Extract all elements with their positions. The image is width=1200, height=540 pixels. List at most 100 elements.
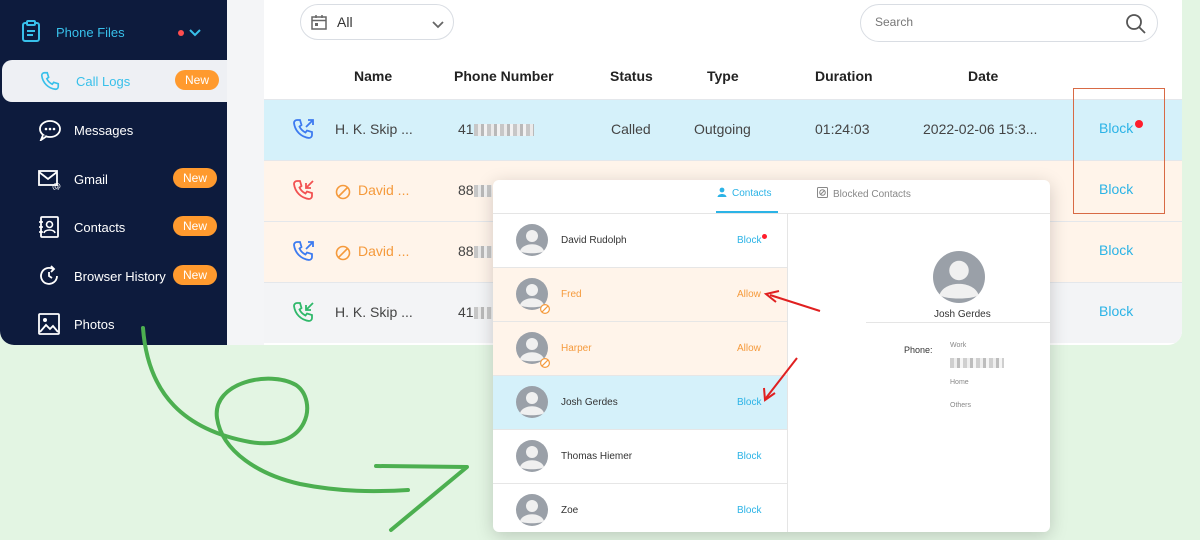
- column-header-phone[interactable]: Phone Number: [454, 68, 554, 84]
- blocked-icon: [335, 184, 351, 205]
- block-button[interactable]: Block: [737, 397, 761, 408]
- sidebar-item-label: Browser History: [74, 269, 166, 284]
- block-button[interactable]: Block: [737, 451, 761, 462]
- contact-name: David ...: [358, 182, 410, 198]
- contact-name: Thomas Hiemer: [561, 451, 633, 462]
- sidebar-item-label: Contacts: [74, 220, 126, 235]
- new-badge: New: [175, 70, 219, 90]
- phone-files-dropdown[interactable]: Phone Files: [0, 14, 227, 50]
- outgoing-call-icon: [292, 239, 316, 268]
- avatar: [933, 251, 985, 308]
- mail-icon: @: [38, 168, 62, 192]
- sidebar-item-label: Photos: [74, 317, 115, 332]
- blocked-icon: [335, 245, 351, 266]
- phone-label: Phone:: [904, 345, 933, 355]
- contact-name: Zoe: [561, 505, 579, 516]
- sidebar-item-call-logs[interactable]: Call Logs New: [2, 60, 227, 102]
- call-duration: 01:24:03: [815, 121, 870, 137]
- contact-name: Josh Gerdes: [561, 397, 618, 408]
- avatar: [516, 440, 548, 477]
- history-icon: [38, 265, 62, 287]
- blocked-icon: [539, 355, 551, 373]
- tab-blocked-contacts[interactable]: Blocked Contacts: [817, 187, 911, 200]
- contacts-icon: [38, 216, 62, 238]
- sidebar-item-photos[interactable]: Photos: [0, 303, 227, 345]
- notification-dot: [1135, 120, 1143, 128]
- sidebar-item-label: Gmail: [74, 172, 108, 187]
- sidebar-item-messages[interactable]: Messages: [0, 109, 227, 151]
- contact-name: Harper: [561, 343, 592, 354]
- search-icon[interactable]: [1125, 13, 1147, 40]
- column-header-duration[interactable]: Duration: [815, 68, 873, 84]
- outgoing-call-icon: [292, 117, 316, 146]
- table-row[interactable]: H. K. Skip ... 41 Called Outgoing 01:24:…: [264, 99, 1182, 160]
- phone-prefix: 88: [458, 182, 474, 198]
- svg-text:@: @: [52, 182, 61, 190]
- phone-field-home: Home: [950, 379, 969, 386]
- person-icon: [717, 187, 727, 197]
- notification-dot: [762, 234, 767, 239]
- blurred-number: [473, 246, 492, 259]
- allow-button[interactable]: Allow: [737, 343, 761, 354]
- block-button[interactable]: Block: [1099, 303, 1133, 319]
- phone-field-work: Work: [950, 342, 967, 349]
- blocked-icon: [539, 301, 551, 319]
- phone-prefix: 88: [458, 243, 474, 259]
- phone-number: 41: [458, 121, 534, 137]
- sidebar-item-gmail[interactable]: @ Gmail New: [0, 158, 227, 200]
- contact-list-item[interactable]: Josh Gerdes Block: [493, 376, 787, 430]
- blurred-number: [473, 307, 492, 320]
- contact-list-item[interactable]: Thomas Hiemer Block: [493, 430, 787, 484]
- avatar: [516, 224, 548, 261]
- new-badge: New: [173, 168, 217, 188]
- sidebar-item-contacts[interactable]: Contacts New: [0, 206, 227, 248]
- column-header-name[interactable]: Name: [354, 68, 392, 84]
- blurred-number: [473, 185, 492, 198]
- tab-label: Contacts: [732, 188, 772, 199]
- filter-value: All: [337, 14, 353, 30]
- sidebar: Phone Files Call Logs New Messages @ Gma…: [0, 0, 227, 345]
- new-badge: New: [173, 216, 217, 236]
- contact-name: David Rudolph: [561, 235, 627, 246]
- phone-number: 41: [458, 304, 492, 320]
- notification-dot: [178, 30, 184, 36]
- chat-icon: [38, 119, 62, 143]
- allow-button[interactable]: Allow: [737, 289, 761, 300]
- block-button[interactable]: Block: [737, 235, 761, 246]
- sidebar-item-label: Call Logs: [76, 74, 131, 89]
- clipboard-icon: [21, 20, 41, 47]
- contact-name: David ...: [358, 243, 410, 259]
- avatar: [516, 386, 548, 423]
- green-arrow-icon: [141, 326, 410, 494]
- column-header-type[interactable]: Type: [707, 68, 739, 84]
- contact-list-item[interactable]: Fred Allow: [493, 268, 787, 322]
- block-button[interactable]: Block: [1099, 242, 1133, 258]
- search-box: [860, 4, 1158, 42]
- search-input[interactable]: [875, 15, 1115, 29]
- sidebar-item-browser-history[interactable]: Browser History New: [0, 255, 227, 297]
- phone-field-others: Others: [950, 402, 972, 409]
- green-arrow-icon: [374, 464, 469, 532]
- call-type: Outgoing: [694, 121, 751, 137]
- call-status: Called: [611, 121, 651, 137]
- call-date: 2022-02-06 15:3...: [923, 121, 1038, 137]
- contact-name: H. K. Skip ...: [335, 304, 413, 320]
- chevron-down-icon: [188, 25, 202, 43]
- phone-prefix: 41: [458, 304, 474, 320]
- calendar-icon: [311, 14, 327, 35]
- contact-name: H. K. Skip ...: [335, 121, 413, 137]
- tab-contacts[interactable]: Contacts: [717, 187, 771, 199]
- contact-name: Fred: [561, 289, 582, 300]
- blocked-list-icon: [817, 187, 828, 198]
- column-header-status[interactable]: Status: [610, 68, 653, 84]
- blurred-number: [950, 358, 1004, 368]
- contact-list-item[interactable]: David Rudolph Block: [493, 214, 787, 268]
- sidebar-title: Phone Files: [56, 25, 125, 40]
- contact-list-item[interactable]: Zoe Block: [493, 484, 787, 532]
- column-header-date[interactable]: Date: [968, 68, 998, 84]
- avatar: [516, 494, 548, 531]
- block-button[interactable]: Block: [737, 505, 761, 516]
- divider: [787, 214, 788, 532]
- contact-list-item[interactable]: Harper Allow: [493, 322, 787, 376]
- date-filter-select[interactable]: All: [300, 4, 454, 40]
